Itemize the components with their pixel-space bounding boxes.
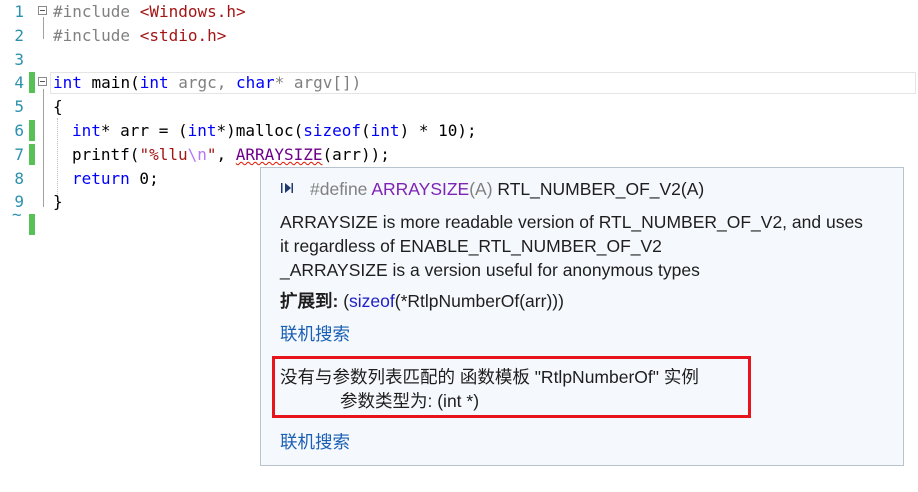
line-number: 2	[14, 26, 24, 45]
macro-description: it regardless of ENABLE_RTL_NUMBER_OF_V2	[280, 236, 662, 256]
signature-help-icon	[281, 183, 293, 193]
code-line-2[interactable]: 2 #include <stdio.h>	[0, 24, 918, 48]
line-number: 7	[14, 145, 24, 164]
expansion-line: 扩展到: (sizeof(*RtlpNumberOf(arr)))	[280, 289, 564, 313]
header-name: <stdio.h>	[139, 26, 227, 45]
keyword: int	[139, 73, 169, 92]
keyword: sizeof	[349, 291, 395, 311]
code-text: 0;	[129, 169, 159, 188]
search-online-link[interactable]: 联机搜索	[280, 430, 350, 454]
macro-value: RTL_NUMBER_OF_V2(A)	[492, 179, 705, 199]
expands-label: 扩展到:	[280, 291, 339, 311]
code-line-6[interactable]: 6 int* arr = (int*)malloc(sizeof(int) * …	[0, 119, 918, 143]
keyword: int	[370, 121, 400, 140]
escape-sequence: \n	[187, 145, 207, 164]
line-number: 5	[14, 97, 24, 116]
code-text: }	[53, 192, 63, 211]
include-directive: #include	[53, 26, 131, 45]
string-literal: "%llu	[139, 145, 188, 164]
macro-name: ARRAYSIZE	[371, 179, 470, 199]
macro-arraysize-error[interactable]: ARRAYSIZE	[236, 145, 323, 164]
line-number: 1	[14, 2, 24, 21]
code-line-4[interactable]: 4 int main(int argc, char* argv[])	[0, 71, 918, 95]
code-text: (	[361, 121, 371, 140]
code-text: printf(	[72, 145, 140, 164]
macro-param: (A)	[469, 179, 493, 199]
error-message: 参数类型为: (int *)	[340, 391, 480, 411]
line-number: 8	[14, 169, 24, 188]
keyword: return	[72, 169, 130, 188]
line-number: 4	[14, 73, 24, 92]
error-message: 没有与参数列表匹配的 函数模板 "RtlpNumberOf" 实例	[280, 367, 699, 387]
line-number: 3	[14, 50, 24, 69]
macro-description: ARRAYSIZE is more readable version of RT…	[280, 212, 863, 232]
code-line-5[interactable]: 5 {	[0, 95, 918, 119]
code-text: {	[53, 97, 63, 116]
header-name: <Windows.h>	[139, 2, 246, 21]
macro-description: _ARRAYSIZE is a version useful for anony…	[280, 260, 700, 280]
code-line-7[interactable]: 7 printf("%llu\n", ARRAYSIZE(arr));	[0, 143, 918, 167]
macro-signature: #define ARRAYSIZE(A) RTL_NUMBER_OF_V2(A)	[310, 177, 704, 201]
expansion-text: (	[338, 291, 350, 311]
fold-collapse-icon[interactable]	[38, 77, 47, 86]
change-marker	[29, 72, 35, 93]
code-text: *)malloc(	[216, 121, 304, 140]
code-text: argc,	[168, 73, 237, 92]
keyword: int	[72, 121, 101, 140]
code-text: (arr));	[322, 145, 390, 164]
line-number: 6	[14, 121, 24, 140]
keyword: sizeof	[303, 121, 362, 140]
code-text: * arr = (	[100, 121, 188, 140]
expansion-text: (*RtlpNumberOf(arr)))	[394, 291, 564, 311]
define-keyword: #define	[310, 179, 368, 199]
change-marker	[29, 120, 35, 141]
code-text: ,	[216, 145, 236, 164]
keyword: int	[187, 121, 217, 140]
keyword: int	[53, 73, 82, 92]
search-online-link[interactable]: 联机搜索	[280, 322, 350, 346]
quick-info-tooltip: #define ARRAYSIZE(A) RTL_NUMBER_OF_V2(A)…	[260, 167, 904, 466]
code-line-1[interactable]: 1 #include <Windows.h>	[0, 0, 918, 24]
eof-marker: ~	[12, 205, 22, 224]
code-text: ) * 10);	[399, 121, 477, 140]
code-text: * argv[])	[274, 73, 362, 92]
include-directive: #include	[53, 2, 131, 21]
code-line-3[interactable]: 3	[0, 48, 918, 72]
code-text: main(	[81, 73, 140, 92]
change-marker	[29, 144, 35, 165]
fold-collapse-icon[interactable]	[38, 6, 47, 15]
string-literal: "	[206, 145, 217, 164]
keyword: char	[236, 73, 275, 92]
change-marker	[29, 214, 35, 235]
